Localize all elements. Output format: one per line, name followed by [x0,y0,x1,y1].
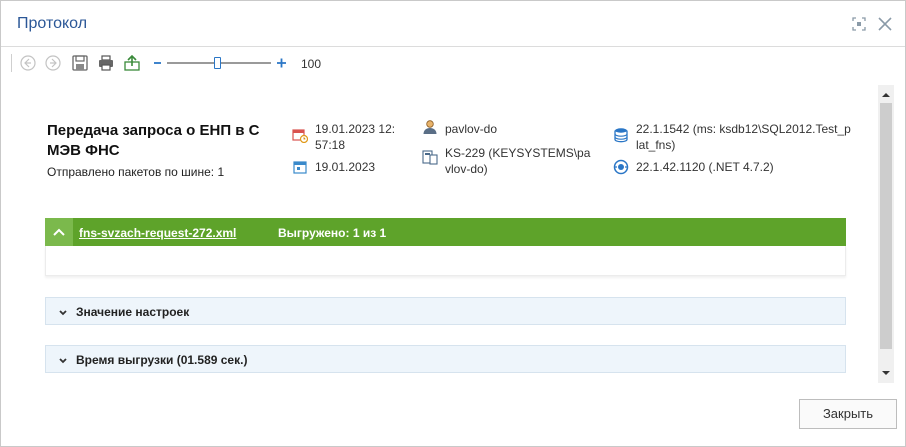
collapse-chevron-icon[interactable] [45,218,73,246]
scroll-down-icon[interactable] [881,367,891,377]
chevron-down-icon [58,355,68,365]
back-icon[interactable] [19,54,37,72]
database-icon [613,127,629,143]
save-icon[interactable] [71,54,89,72]
window-title: Протокол [17,15,88,32]
scrollbar-thumb[interactable] [880,103,892,349]
chevron-down-icon [58,307,68,317]
machine-name: KS-229 (KEYSYSTEMS\pavlov-do) [445,146,591,176]
forward-icon[interactable] [44,54,62,72]
close-button[interactable]: Закрыть [799,399,897,429]
calendar-icon [292,159,308,175]
dialog-footer: Закрыть [1,383,905,447]
section-settings-label: Значение настроек [76,305,190,319]
section-settings[interactable]: Значение настроек [45,297,846,325]
report-title: Передача запроса о ЕНП в С МЭВ ФНС [47,122,260,159]
export-file-link[interactable]: fns-svzach-request-272.xml [79,226,236,240]
computer-icon [422,149,438,165]
scroll-up-icon[interactable] [881,89,891,99]
maximize-icon[interactable] [850,15,868,33]
export-block-body [45,246,846,276]
export-status: Выгружено: 1 из 1 [278,226,387,240]
title-bar: Протокол [1,1,905,47]
user-icon [422,119,438,135]
zoom-in-icon[interactable] [274,54,292,72]
export-block-header[interactable]: fns-svzach-request-272.xml Выгружено: 1 … [45,218,846,246]
export-icon[interactable] [123,54,141,72]
section-export-time[interactable]: Время выгрузки (01.589 сек.) [45,345,846,373]
print-icon[interactable] [97,54,115,72]
start-datetime: 19.01.2023 12:57:18 [315,122,396,152]
section-export-time-label: Время выгрузки (01.589 сек.) [76,353,248,367]
calendar-clock-icon [292,127,309,144]
protocol-window: Протокол 100 Передача запроса о ЕНП в С … [0,0,906,447]
zoom-slider-thumb[interactable] [214,57,221,69]
user-name: pavlov-do [445,122,498,136]
vertical-scrollbar[interactable] [878,85,894,383]
end-date: 19.01.2023 [315,160,376,174]
runtime-info: 22.1.42.1120 (.NET 4.7.2) [636,160,774,174]
toolbar: 100 [1,48,905,80]
close-icon[interactable] [876,15,894,33]
report-content: Передача запроса о ЕНП в С МЭВ ФНС Отпра… [1,81,877,383]
database-info: 22.1.1542 (ms: ksdb12\SQL2012.Test_plat_… [636,122,851,152]
runtime-icon [613,159,629,175]
zoom-value: 100 [301,57,322,71]
packets-sent-text: Отправлено пакетов по шине: 1 [47,165,225,179]
toolbar-grip [11,54,12,72]
